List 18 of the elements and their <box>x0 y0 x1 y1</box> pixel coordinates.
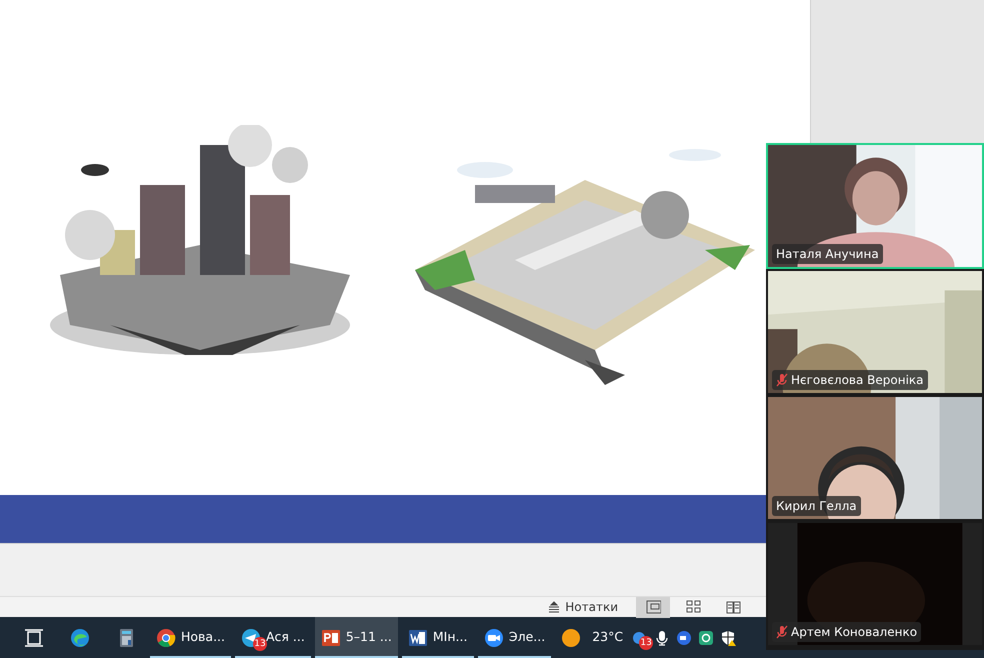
app-label: МІн... <box>432 628 468 646</box>
tray-icon-button[interactable]: 13 <box>629 617 652 658</box>
taskbar-button[interactable]: Эле... <box>478 617 552 658</box>
app-label: Нова... <box>181 628 225 646</box>
app-label: Эле... <box>508 628 546 646</box>
taskbar-button[interactable]: Нова... <box>150 617 231 658</box>
taskbar-button[interactable]: 5–11 ... <box>314 617 398 658</box>
notification-badge: 13 <box>639 636 654 650</box>
notification-badge: 13 <box>253 637 267 651</box>
app-label: Ася ... <box>266 628 305 644</box>
participant-name: Нєговєлова Вероніка <box>791 372 924 389</box>
participant-name: Артем Коноваленко <box>791 624 918 641</box>
notes-button[interactable]: Нотатки <box>548 596 618 618</box>
weather-button[interactable]: 23°C <box>555 617 630 658</box>
participant-name: Наталя Анучина <box>776 246 879 263</box>
app-label: 5–11 ... <box>346 628 392 646</box>
taskbar-button[interactable]: МІн... <box>402 617 474 658</box>
participant-name: Кирил Гелла <box>776 498 857 515</box>
